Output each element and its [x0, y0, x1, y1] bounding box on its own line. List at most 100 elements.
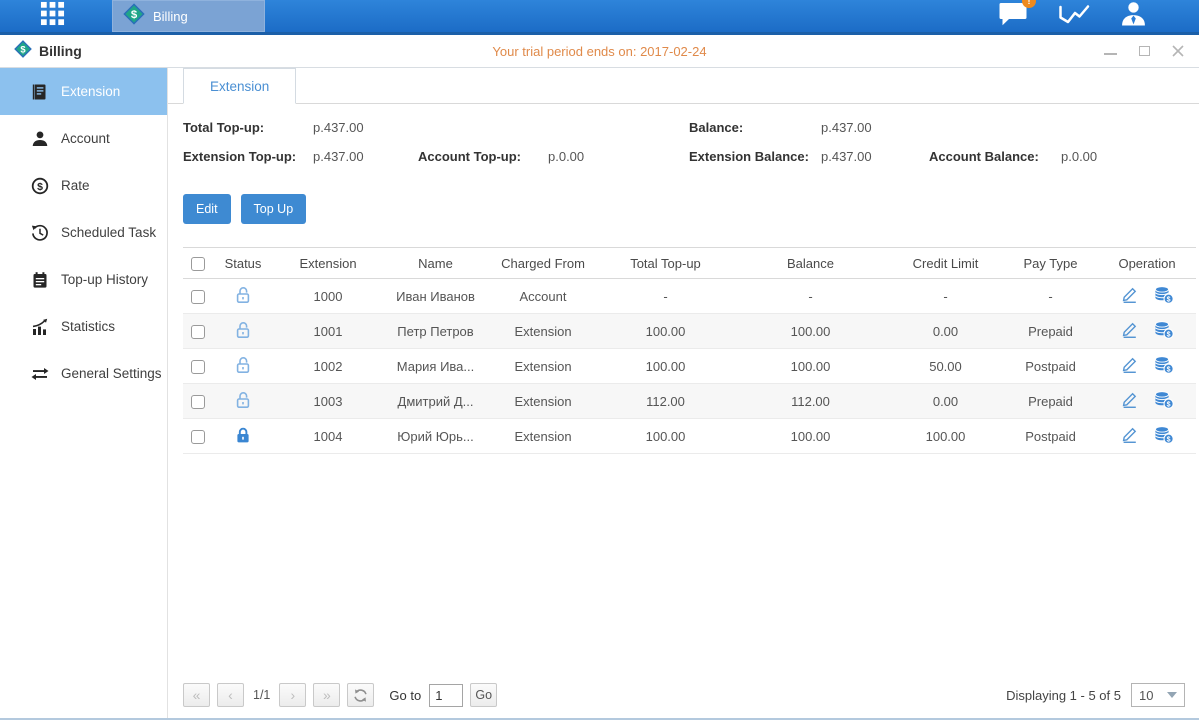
tab-label: Extension	[210, 79, 269, 94]
user-icon	[1120, 0, 1147, 32]
user-menu-button[interactable]	[1120, 0, 1147, 32]
edit-row-button[interactable]	[1121, 426, 1138, 443]
extension-topup-value: p.437.00	[313, 149, 418, 164]
col-balance: Balance	[733, 248, 888, 279]
cell-extension: 1001	[273, 314, 383, 349]
sidebar-item-scheduled-task[interactable]: Scheduled Task	[0, 209, 167, 256]
refresh-button[interactable]	[347, 683, 374, 707]
row-checkbox[interactable]	[191, 325, 205, 339]
unlocked-icon[interactable]	[235, 356, 251, 374]
pencil-icon	[1121, 286, 1138, 303]
top-up-row-button[interactable]: $	[1154, 356, 1174, 374]
edit-row-button[interactable]	[1121, 286, 1138, 303]
pagination-bar: « ‹ 1/1 › » Go to Go Displaying 1 - 5 of…	[168, 683, 1199, 720]
minimize-icon	[1104, 53, 1117, 55]
maximize-button[interactable]	[1137, 44, 1151, 58]
close-button[interactable]	[1171, 44, 1185, 58]
unlocked-icon[interactable]	[235, 321, 251, 339]
cell-balance: 112.00	[733, 384, 888, 419]
billing-diamond-icon: $	[123, 3, 145, 30]
extension-balance-value: p.437.00	[821, 149, 929, 164]
col-pay-type: Pay Type	[1003, 248, 1098, 279]
goto-page-input[interactable]	[429, 684, 463, 707]
sidebar-item-extension[interactable]: Extension	[0, 68, 167, 115]
page-size-select[interactable]: 10	[1131, 683, 1185, 707]
next-page-button[interactable]: ›	[279, 683, 306, 707]
notepad-icon	[30, 271, 49, 289]
minimize-button[interactable]	[1103, 44, 1117, 58]
current-page: 1/1	[253, 688, 270, 702]
row-checkbox[interactable]	[191, 360, 205, 374]
go-button[interactable]: Go	[470, 683, 497, 707]
row-checkbox[interactable]	[191, 395, 205, 409]
table-header-row: Status Extension Name Charged From Total…	[183, 248, 1196, 279]
sidebar-item-general-settings[interactable]: General Settings	[0, 350, 167, 397]
row-checkbox[interactable]	[191, 430, 205, 444]
cell-charged-from: Extension	[488, 384, 598, 419]
top-up-row-button[interactable]: $	[1154, 391, 1174, 409]
locked-icon[interactable]	[235, 426, 251, 444]
bar-chart-arrow-icon	[30, 318, 49, 336]
pencil-icon	[1121, 391, 1138, 408]
extension-table: Status Extension Name Charged From Total…	[183, 247, 1196, 454]
cell-total-topup: 100.00	[598, 314, 733, 349]
history-clock-icon	[30, 224, 49, 242]
cell-credit-limit: -	[888, 279, 1003, 314]
first-page-button[interactable]: «	[183, 683, 210, 707]
cell-total-topup: 100.00	[598, 349, 733, 384]
sidebar-item-statistics[interactable]: Statistics	[0, 303, 167, 350]
tab-extension[interactable]: Extension	[183, 68, 296, 104]
account-balance-value: p.0.00	[1061, 149, 1097, 164]
last-page-button[interactable]: »	[313, 683, 340, 707]
cell-charged-from: Extension	[488, 419, 598, 454]
prev-page-button[interactable]: ‹	[217, 683, 244, 707]
top-up-row-button[interactable]: $	[1154, 321, 1174, 339]
sidebar-item-label: Scheduled Task	[61, 225, 156, 240]
chevron-down-icon	[1167, 692, 1177, 698]
col-charged-from: Charged From	[488, 248, 598, 279]
sidebar: Extension Account $ Rate Scheduled Task	[0, 68, 168, 720]
col-total-topup: Total Top-up	[598, 248, 733, 279]
cell-name: Петр Петров	[383, 314, 488, 349]
edit-row-button[interactable]	[1121, 391, 1138, 408]
sidebar-item-label: Extension	[61, 84, 120, 99]
top-up-row-button[interactable]: $	[1154, 286, 1174, 304]
cell-extension: 1003	[273, 384, 383, 419]
coins-icon: $	[1154, 426, 1174, 444]
content-area: Extension Total Top-up: p.437.00 Extensi…	[168, 68, 1199, 720]
cell-credit-limit: 100.00	[888, 419, 1003, 454]
select-all-checkbox[interactable]	[191, 257, 205, 271]
edit-row-button[interactable]	[1121, 321, 1138, 338]
top-up-button[interactable]: Top Up	[241, 194, 307, 224]
window-titlebar: $ Billing Your trial period ends on: 201…	[0, 35, 1199, 68]
total-topup-label: Total Top-up:	[183, 120, 313, 135]
extension-topup-label: Extension Top-up:	[183, 149, 313, 164]
table-row: 1001 Петр Петров Extension 100.00 100.00…	[183, 314, 1196, 349]
cell-credit-limit: 0.00	[888, 314, 1003, 349]
top-up-row-button[interactable]: $	[1154, 426, 1174, 444]
ledger-icon	[30, 83, 49, 101]
app-launcher-button[interactable]	[22, 0, 82, 32]
cell-charged-from: Extension	[488, 314, 598, 349]
close-icon	[1171, 44, 1185, 58]
edit-row-button[interactable]	[1121, 356, 1138, 373]
sidebar-item-rate[interactable]: $ Rate	[0, 162, 167, 209]
dollar-circle-icon: $	[30, 177, 49, 195]
unlocked-icon[interactable]	[235, 391, 251, 409]
performance-button[interactable]	[1058, 1, 1090, 32]
sidebar-item-topup-history[interactable]: Top-up History	[0, 256, 167, 303]
window-title: Billing	[39, 43, 82, 59]
cell-balance: 100.00	[733, 349, 888, 384]
extension-balance-label: Extension Balance:	[689, 149, 821, 164]
unlocked-icon[interactable]	[235, 286, 251, 304]
cell-charged-from: Extension	[488, 349, 598, 384]
coins-icon: $	[1154, 391, 1174, 409]
col-status: Status	[213, 248, 273, 279]
trial-notice: Your trial period ends on: 2017-02-24	[0, 44, 1199, 59]
row-checkbox[interactable]	[191, 290, 205, 304]
page-size-value: 10	[1139, 688, 1153, 703]
taskbar-tab-billing[interactable]: $ Billing	[112, 0, 265, 32]
sidebar-item-account[interactable]: Account	[0, 115, 167, 162]
edit-button[interactable]: Edit	[183, 194, 231, 224]
messages-button[interactable]: !	[998, 1, 1028, 32]
